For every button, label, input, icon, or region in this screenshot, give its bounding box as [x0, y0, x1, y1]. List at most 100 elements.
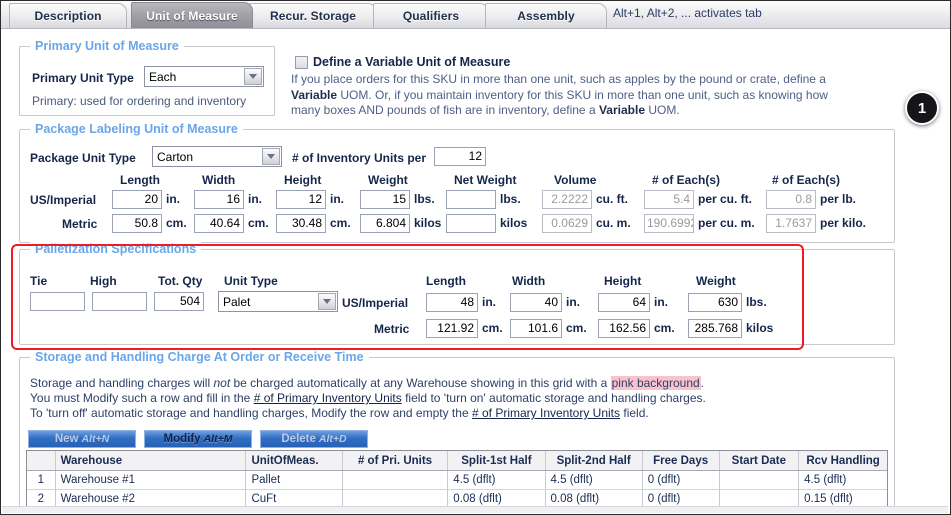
- pallet-us-height-input[interactable]: 64: [598, 293, 650, 312]
- modify-button[interactable]: Modify Alt+M: [144, 430, 252, 448]
- grid-col-warehouse[interactable]: Warehouse: [56, 451, 247, 470]
- grid-col-split-2nd[interactable]: Split-2nd Half: [546, 451, 643, 470]
- tab-description[interactable]: Description: [9, 3, 127, 28]
- package-metric-each-per-cum-input: 190.6992: [644, 214, 694, 233]
- package-metric-net-weight-unit: kilos: [500, 216, 528, 230]
- package-us-length-input[interactable]: 20: [112, 190, 162, 209]
- col-header-each2: # of Each(s): [772, 173, 841, 187]
- tab-qualifiers[interactable]: Qualifiers: [373, 3, 489, 28]
- tab-label: Qualifiers: [402, 9, 460, 23]
- package-metric-each-per-kilo-input: 1.7637: [766, 214, 816, 233]
- high-label: High: [90, 274, 117, 288]
- package-us-width-input[interactable]: 16: [194, 190, 244, 209]
- grid-header-row: Warehouse UnitOfMeas. # of Pri. Units Sp…: [27, 451, 887, 471]
- cell-split-1st: 4.5 (dflt): [448, 471, 546, 489]
- package-us-each-per-cuft-input: 5.4: [644, 190, 694, 209]
- package-us-height-input[interactable]: 12: [276, 190, 326, 209]
- pallet-us-length-input[interactable]: 48: [426, 293, 478, 312]
- grid-col-split-1st[interactable]: Split-1st Half: [448, 451, 546, 470]
- tab-assembly[interactable]: Assembly: [485, 3, 607, 28]
- storage-p2b: field to 'turn on' automatic storage and…: [405, 391, 706, 405]
- grid-col-pri-units[interactable]: # of Pri. Units: [343, 451, 449, 470]
- package-us-width-unit: in.: [248, 192, 262, 206]
- tab-bar: Description Unit of Measure Recur. Stora…: [1, 1, 950, 29]
- row-label-metric: Metric: [62, 217, 98, 231]
- pallet-metric-weight-input[interactable]: 285.768: [688, 319, 742, 338]
- modify-button-accel: Alt+M: [203, 433, 233, 445]
- variable-uom-line3-strong: Variable: [598, 103, 645, 117]
- col-header-weight: Weight: [368, 173, 408, 187]
- tab-keyboard-hint: Alt+1, Alt+2, ... activates tab: [613, 6, 762, 20]
- pallet-metric-height-input[interactable]: 162.56: [598, 319, 650, 338]
- package-metric-height-input[interactable]: 30.48: [276, 214, 326, 233]
- modify-button-label: Modify: [163, 433, 201, 445]
- primary-uom-legend: Primary Unit of Measure: [30, 39, 184, 53]
- col-header-net-weight: Net Weight: [454, 173, 517, 187]
- define-variable-uom-checkbox[interactable]: [295, 56, 308, 69]
- storage-p1b: be charged automatically at any Warehous…: [233, 376, 608, 390]
- chevron-down-icon[interactable]: [318, 293, 336, 310]
- grid-col-free-days[interactable]: Free Days: [643, 451, 720, 470]
- pallet-metric-width-input[interactable]: 101.6: [510, 319, 562, 338]
- storage-p3a: To 'turn off' automatic storage and hand…: [30, 406, 469, 420]
- grid-col-unitofmeas[interactable]: UnitOfMeas.: [246, 451, 343, 470]
- define-variable-uom-label: Define a Variable Unit of Measure: [313, 55, 511, 69]
- pallet-col-header-height: Height: [604, 274, 642, 288]
- package-us-net-weight-input[interactable]: [446, 190, 496, 209]
- pallet-unit-type-select[interactable]: Palet: [218, 291, 338, 312]
- step-badge-1: 1: [905, 91, 939, 125]
- pallet-col-header-length: Length: [426, 274, 466, 288]
- tot-qty-input[interactable]: 504: [154, 292, 204, 311]
- primary-unit-type-select[interactable]: Each: [144, 66, 264, 87]
- cell-unitofmeas: Pallet: [246, 471, 343, 489]
- package-metric-length-input[interactable]: 50.8: [112, 214, 162, 233]
- storage-p3b: field.: [623, 406, 649, 420]
- cell-rcv-handling: 4.5 (dflt): [804, 474, 847, 486]
- cell-split-2nd: 4.5 (dflt): [546, 471, 643, 489]
- package-metric-each1-unit: per cu. m.: [698, 216, 755, 230]
- application-window: Description Unit of Measure Recur. Stora…: [0, 0, 951, 515]
- primary-unit-type-label: Primary Unit Type: [32, 71, 134, 85]
- palletization-legend: Palletization Specifications: [30, 242, 202, 256]
- warehouse-grid[interactable]: Warehouse UnitOfMeas. # of Pri. Units Sp…: [26, 450, 888, 509]
- tie-input[interactable]: [30, 292, 85, 311]
- chevron-down-icon[interactable]: [244, 68, 262, 85]
- pallet-metric-length-input[interactable]: 121.92: [426, 319, 478, 338]
- table-row[interactable]: 1 Warehouse #1 Pallet 4.5 (dflt) 4.5 (df…: [27, 471, 887, 490]
- package-us-weight-input[interactable]: 15: [360, 190, 410, 209]
- high-input[interactable]: [92, 292, 147, 311]
- new-button[interactable]: New Alt+N: [28, 430, 136, 448]
- package-metric-width-input[interactable]: 40.64: [194, 214, 244, 233]
- cell-free-days: 0 (dflt): [643, 471, 720, 489]
- pallet-us-width-input[interactable]: 40: [510, 293, 562, 312]
- package-labeling-uom-group: Package Labeling Unit of Measure Package…: [19, 122, 895, 243]
- tab-unit-of-measure[interactable]: Unit of Measure: [131, 2, 253, 28]
- grid-col-start-date[interactable]: Start Date: [720, 451, 800, 470]
- col-header-each1: # of Each(s): [652, 173, 721, 187]
- pallet-us-weight-input[interactable]: 630: [688, 293, 742, 312]
- tab-label: Assembly: [517, 9, 575, 23]
- package-us-volume-input: 2.2222: [542, 190, 592, 209]
- pallet-unit-type-value: Palet: [223, 294, 251, 309]
- package-metric-net-weight-input[interactable]: [446, 214, 496, 233]
- inventory-units-per-label: # of Inventory Units per: [292, 151, 427, 165]
- package-us-each2-unit: per lb.: [820, 192, 857, 206]
- package-us-each-per-lb-input: 0.8: [766, 190, 816, 209]
- package-metric-weight-unit: kilos: [414, 216, 442, 230]
- pallet-us-height-unit: in.: [654, 295, 668, 309]
- cell-pri-units: [343, 471, 449, 489]
- tab-recur-storage[interactable]: Recur. Storage: [249, 3, 377, 28]
- pallet-metric-height-unit: cm.: [654, 321, 675, 335]
- horizontal-scrollbar[interactable]: [2, 506, 948, 513]
- variable-uom-line1: If you place orders for this SKU in more…: [291, 72, 826, 86]
- package-unit-type-select[interactable]: Carton: [152, 146, 282, 167]
- delete-button[interactable]: Delete Alt+D: [260, 430, 368, 448]
- package-unit-type-label: Package Unit Type: [30, 151, 136, 165]
- grid-col-rcv-handling[interactable]: Rcv Handling: [799, 451, 887, 470]
- pallet-unit-type-label: Unit Type: [224, 274, 278, 288]
- package-metric-weight-input[interactable]: 6.804: [360, 214, 410, 233]
- inventory-units-per-input[interactable]: 12: [434, 147, 486, 166]
- primary-inventory-units-link-1[interactable]: # of Primary Inventory Units: [254, 391, 402, 405]
- primary-inventory-units-link-2[interactable]: # of Primary Inventory Units: [472, 406, 620, 420]
- chevron-down-icon[interactable]: [262, 148, 280, 165]
